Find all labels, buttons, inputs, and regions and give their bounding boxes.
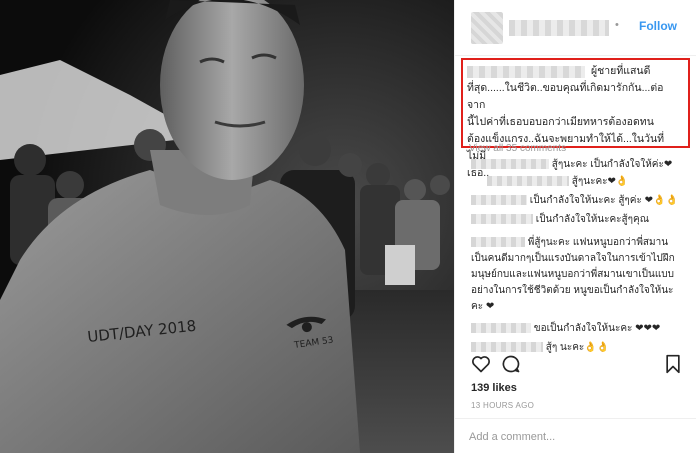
comment-text: สู้ๆนะคะ เป็นกำลังใจให้ค่ะ❤ (551, 159, 673, 170)
post-timestamp: 13 HOURS AGO (471, 401, 535, 410)
comment-username-redacted[interactable] (471, 237, 525, 248)
post-header: • Follow (455, 0, 696, 56)
comment: ขอเป็นกำลังใจให้นะคะ ❤❤❤ (471, 322, 660, 336)
comment: สู้ๆนะคะ❤👌 (487, 175, 628, 189)
comment-username-redacted[interactable] (471, 342, 543, 353)
likes-count[interactable]: 139 likes (471, 382, 517, 394)
comment-username-redacted[interactable] (471, 323, 531, 334)
divider (455, 418, 696, 419)
action-bar (471, 354, 681, 376)
comment-line: คะ ❤ (471, 301, 495, 312)
comment-line: มนุษย์กบและแฟนหนูบอกว่าพี่สมานเขาเป็นแบบ (471, 269, 675, 280)
view-all-comments-link[interactable]: View all 35 comments (469, 143, 566, 154)
comment-icon[interactable] (501, 354, 521, 379)
caption-line: นี้ไปค่าที่เธอบอบอกว่าเมียทหารต้องอดทน (467, 116, 654, 128)
heart-icon[interactable] (471, 354, 491, 379)
comment-text: สู้ๆ นะคะ👌👌 (545, 342, 610, 353)
comment-text: เป็นกำลังใจให้นะคะ สู้ๆค่ะ ❤👌👌 (529, 195, 678, 206)
header-separator: • (615, 19, 619, 31)
username-redacted[interactable] (509, 20, 609, 36)
caption-line: ผู้ชายที่แสนดี (591, 65, 651, 77)
follow-button[interactable]: Follow (639, 19, 677, 33)
comment-text: เป็นกำลังใจให้นะคะสู้ๆคุณ (535, 214, 649, 225)
comment: สู้ๆนะคะ เป็นกำลังใจให้ค่ะ❤ (471, 158, 672, 172)
comment-username-redacted[interactable] (471, 214, 533, 225)
comment: พี่สู้ๆนะคะ แฟนหนูบอกว่าพี่สมาน (471, 236, 668, 250)
post-side-panel: • Follow ผู้ชายที่แสนดี ที่สุด......ในชี… (454, 0, 696, 453)
comment-username-redacted[interactable] (471, 195, 527, 206)
comment: สู้ๆ นะคะ👌👌 (471, 341, 609, 355)
comment-username-redacted[interactable] (471, 159, 549, 170)
comment-text: สู้ๆนะคะ❤👌 (571, 176, 629, 187)
comment-username-redacted[interactable] (487, 176, 569, 187)
add-comment-input[interactable] (469, 428, 679, 446)
comment-line: เป็นคนดีมากๆเป็นแรงบันดาลใจในการเข้าไปฝึ… (471, 253, 675, 264)
caption-line: ที่สุด......ในชีวิต..ขอบคุณที่เกิดมารักก… (467, 82, 664, 111)
comment-text: พี่สู้ๆนะคะ แฟนหนูบอกว่าพี่สมาน (527, 237, 669, 248)
comment: เป็นกำลังใจให้นะคะ สู้ๆค่ะ ❤👌👌 (471, 194, 678, 208)
bookmark-icon[interactable] (665, 354, 681, 379)
comment-text: ขอเป็นกำลังใจให้นะคะ ❤❤❤ (533, 323, 661, 334)
post-photo[interactable]: UDT/DAY 2018 TEAM 53 (0, 0, 454, 453)
comment: เป็นกำลังใจให้นะคะสู้ๆคุณ (471, 213, 649, 227)
avatar[interactable] (471, 12, 503, 44)
comment-line: อย่างในการใช้ชีวิตด้วย หนูขอเป็นกำลังใจใ… (471, 285, 674, 296)
photo-illustration: UDT/DAY 2018 TEAM 53 (0, 0, 454, 453)
